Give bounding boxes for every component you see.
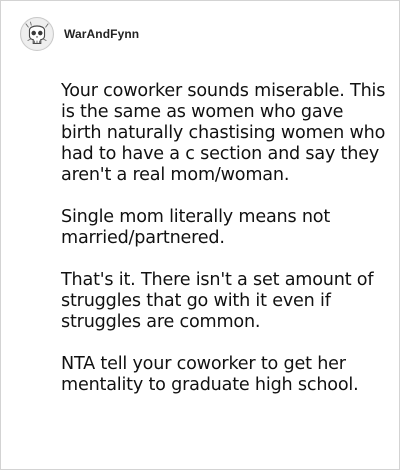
comment-paragraph: Your coworker sounds miserable. This is … [61,81,386,185]
author-username[interactable]: WarAndFynn [64,27,139,41]
comment-header: WarAndFynn [20,16,139,52]
comment-card: WarAndFynn Your coworker sounds miserabl… [0,0,400,470]
avatar[interactable] [20,17,54,51]
comment-paragraph: Single mom literally means not married/p… [61,207,331,248]
comment-paragraph: That's it. There isn't a set amount of s… [61,270,374,332]
comment-paragraph: NTA tell your coworker to get her mental… [61,354,359,395]
comment-body: Your coworker sounds miserable. This is … [61,81,387,396]
skull-sketch-icon [21,18,53,50]
